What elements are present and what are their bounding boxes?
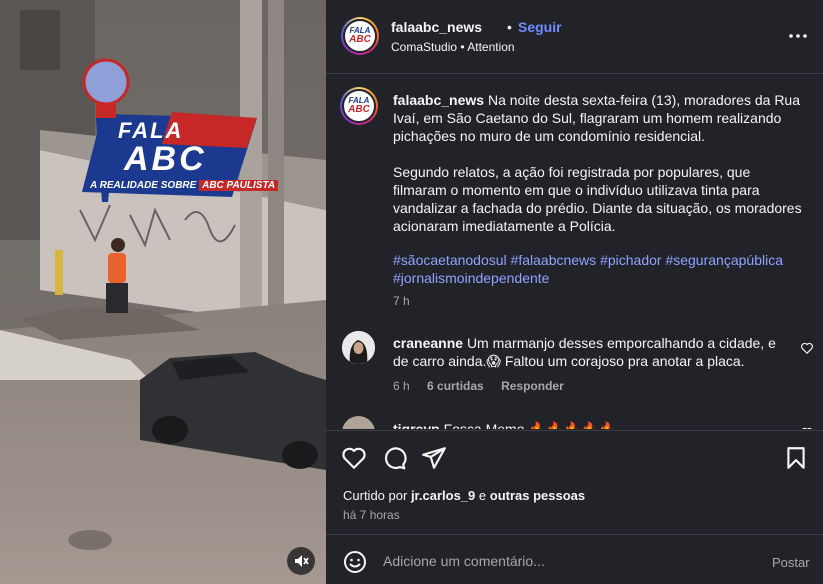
emoji-smile-icon[interactable] [343, 550, 367, 574]
comment-meta: 6 h 6 curtidas Responder [393, 379, 578, 393]
comment-input[interactable] [383, 550, 753, 572]
add-comment-bar: Postar [326, 534, 823, 584]
share-icon[interactable] [421, 445, 447, 471]
action-bar: Curtido por jr.carlos_9 e outras pessoas… [326, 430, 823, 534]
caption-username[interactable]: falaabc_news [393, 92, 484, 108]
liked-by-user-link[interactable]: jr.carlos_9 [411, 488, 475, 503]
mute-button[interactable] [287, 547, 315, 575]
caption-paragraph-2: Segundo relatos, a ação foi registrada p… [393, 164, 802, 234]
username-link[interactable]: falaabc_news [391, 19, 482, 35]
comment-text: tigreyp Fosca Memo 🔥🔥🔥🔥🔥 [393, 420, 793, 429]
hashtag-link[interactable]: #falaabcnews [511, 252, 597, 268]
post-video[interactable]: FALA ABC A REALIDADE SOBRE ABC PAULISTA [0, 0, 326, 584]
speaker-muted-icon [295, 555, 309, 567]
heart-icon[interactable] [341, 445, 367, 471]
hashtag-list: #sãocaetanodosul #falaabcnews #pichador … [393, 251, 803, 287]
caption-timestamp: 7 h [393, 294, 410, 308]
hashtag-link[interactable]: #segurançapública [665, 252, 783, 268]
liked-others-link[interactable]: outras pessoas [490, 488, 585, 503]
logo-abc-text: ABC [124, 140, 207, 178]
comment-avatar[interactable] [342, 416, 375, 429]
logo-tagline: A REALIDADE SOBRE ABC PAULISTA [90, 180, 279, 191]
post-header: FALA ABC falaabc_news • Seguir ComaStudio… [326, 0, 823, 74]
post-timestamp: há 7 horas [343, 508, 400, 522]
post-caption: falaabc_news Na noite desta sexta-feira … [393, 91, 803, 253]
heart-icon[interactable] [800, 426, 814, 429]
comment-likes[interactable]: 6 curtidas [427, 379, 484, 393]
caption-avatar[interactable]: FALA ABC [340, 87, 378, 125]
follow-button[interactable]: Seguir [518, 19, 562, 35]
fala-abc-logo: FALA ABC A REALIDADE SOBRE ABC PAULISTA [62, 52, 279, 212]
reply-button[interactable]: Responder [501, 379, 564, 393]
instagram-post-modal: FALA ABC A REALIDADE SOBRE ABC PAULISTA … [0, 0, 823, 584]
audio-track-link[interactable]: ComaStudio • Attention [391, 40, 515, 54]
comment-username[interactable]: tigreyp [393, 421, 440, 429]
hashtag-link[interactable]: #pichador [600, 252, 662, 268]
post-comment-button[interactable]: Postar [772, 555, 810, 570]
comments-scroll-area[interactable]: FALA ABC falaabc_news Na noite desta sext… [326, 75, 823, 429]
separator-dot: • [507, 19, 512, 35]
hashtag-link[interactable]: #jornalismoindependente [393, 270, 549, 286]
comment-avatar[interactable] [342, 331, 375, 364]
more-horizontal-icon[interactable] [786, 24, 810, 48]
post-details-panel: FALA ABC falaabc_news • Seguir ComaStudio… [326, 0, 823, 584]
hashtag-link[interactable]: #sãocaetanodosul [393, 252, 507, 268]
comment-username[interactable]: craneanne [393, 335, 463, 351]
heart-icon[interactable] [800, 341, 814, 355]
avatar[interactable]: FALA ABC [341, 17, 379, 55]
comment-text: craneanne Um marmanjo desses emporcalhan… [393, 335, 776, 369]
bookmark-icon[interactable] [783, 445, 809, 471]
liked-by-summary: Curtido por jr.carlos_9 e outras pessoas [343, 488, 586, 503]
comment-icon[interactable] [381, 445, 407, 471]
comment-time: 6 h [393, 379, 410, 393]
